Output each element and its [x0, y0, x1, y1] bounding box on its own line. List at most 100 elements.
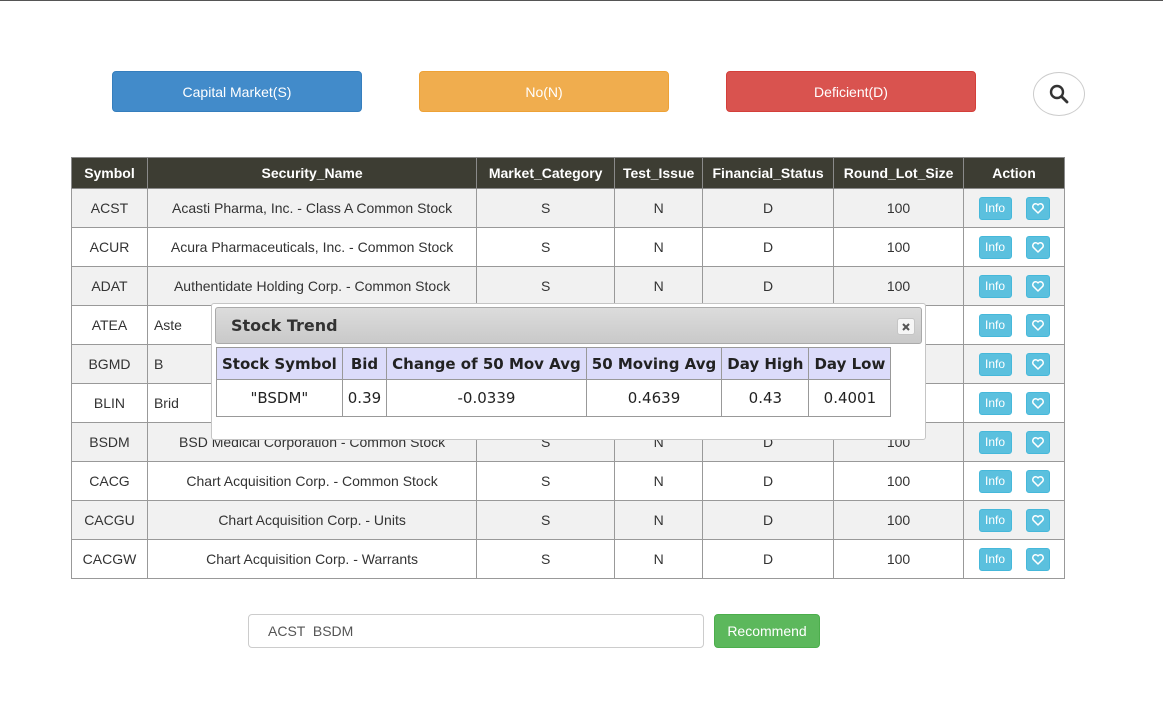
search-button[interactable] [1033, 72, 1085, 116]
stock-trend-dialog: Stock Trend Stock Symbol Bid Change of 5… [211, 303, 926, 440]
heart-icon [1031, 397, 1044, 409]
symbol-cell: BSDM [71, 422, 148, 462]
favorite-button[interactable] [1025, 430, 1050, 454]
table-row: ACUR Acura Pharmaceuticals, Inc. - Common… [71, 227, 1065, 267]
test-issue-cell: N [614, 500, 704, 540]
symbol-cell: ADAT [71, 266, 148, 306]
column-header: Security_Name [146, 157, 478, 189]
trend-cell: 0.39 [341, 379, 388, 417]
table-row: CACG Chart Acquisition Corp. - Common Sto… [71, 461, 1065, 501]
deficient-button[interactable]: Deficient(D) [726, 71, 976, 112]
favorite-button[interactable] [1025, 196, 1050, 220]
symbol-cell: CACG [71, 461, 148, 501]
round-lot-size-cell: 100 [833, 500, 965, 540]
test-issue-cell: N [614, 266, 704, 306]
test-issue-cell: N [614, 539, 704, 579]
security-name-cell: Chart Acquisition Corp. - Warrants [146, 539, 478, 579]
column-header: Symbol [71, 157, 148, 189]
symbol-cell: ACUR [71, 227, 148, 267]
close-icon [902, 322, 910, 331]
trend-header: Stock Symbol [216, 347, 343, 380]
symbol-cell: BLIN [71, 383, 148, 423]
action-cell: Info [963, 461, 1065, 501]
dialog-title: Stock Trend [231, 316, 338, 335]
trend-cell: 0.43 [721, 379, 810, 417]
no-button[interactable]: No(N) [419, 71, 669, 112]
favorite-button[interactable] [1025, 547, 1050, 571]
favorite-button[interactable] [1025, 274, 1050, 298]
security-name-cell: Chart Acquisition Corp. - Common Stock [146, 461, 478, 501]
favorite-button[interactable] [1025, 508, 1050, 532]
trend-header-row: Stock Symbol Bid Change of 50 Mov Avg 50… [216, 347, 892, 380]
info-button[interactable]: Info [978, 196, 1012, 220]
info-button[interactable]: Info [978, 352, 1012, 376]
info-button[interactable]: Info [978, 547, 1012, 571]
favorite-button[interactable] [1025, 469, 1050, 493]
trend-header: Change of 50 Mov Avg [386, 347, 587, 380]
action-cell: Info [963, 539, 1065, 579]
heart-icon [1031, 358, 1044, 370]
info-button[interactable]: Info [978, 274, 1012, 298]
info-button[interactable]: Info [978, 508, 1012, 532]
heart-icon [1031, 280, 1044, 292]
trend-cell: 0.4001 [808, 379, 892, 417]
symbol-cell: CACGW [71, 539, 148, 579]
favorite-button[interactable] [1025, 352, 1050, 376]
info-button[interactable]: Info [978, 430, 1012, 454]
heart-icon [1031, 436, 1044, 448]
test-issue-cell: N [614, 227, 704, 267]
trend-cell: 0.4639 [585, 379, 723, 417]
column-header: Financial_Status [702, 157, 835, 189]
round-lot-size-cell: 100 [833, 539, 965, 579]
column-header: Test_Issue [614, 157, 704, 189]
dialog-close-button[interactable] [897, 318, 915, 335]
market-category-cell: S [476, 188, 616, 228]
favorite-button[interactable] [1025, 313, 1050, 337]
table-header-row: Symbol Security_Name Market_Category Tes… [71, 157, 1065, 189]
round-lot-size-cell: 100 [833, 461, 965, 501]
column-header: Market_Category [476, 157, 616, 189]
column-header: Round_Lot_Size [833, 157, 965, 189]
favorite-button[interactable] [1025, 235, 1050, 259]
info-button[interactable]: Info [978, 313, 1012, 337]
symbol-cell: BGMD [71, 344, 148, 384]
action-cell: Info [963, 266, 1065, 306]
financial-status-cell: D [702, 461, 835, 501]
financial-status-cell: D [702, 500, 835, 540]
market-category-cell: S [476, 266, 616, 306]
capital-market-button[interactable]: Capital Market(S) [112, 71, 362, 112]
security-name-cell: Chart Acquisition Corp. - Units [146, 500, 478, 540]
recommend-input[interactable] [248, 614, 704, 648]
test-issue-cell: N [614, 461, 704, 501]
recommend-button[interactable]: Recommend [714, 614, 820, 648]
action-cell: Info [963, 422, 1065, 462]
financial-status-cell: D [702, 227, 835, 267]
favorite-button[interactable] [1025, 391, 1050, 415]
heart-icon [1031, 475, 1044, 487]
round-lot-size-cell: 100 [833, 227, 965, 267]
dialog-titlebar[interactable]: Stock Trend [215, 307, 922, 344]
info-button[interactable]: Info [978, 235, 1012, 259]
action-cell: Info [963, 344, 1065, 384]
financial-status-cell: D [702, 539, 835, 579]
security-name-cell: Acasti Pharma, Inc. - Class A Common Sto… [146, 188, 478, 228]
market-category-cell: S [476, 539, 616, 579]
info-button[interactable]: Info [978, 469, 1012, 493]
table-row: CACGU Chart Acquisition Corp. - Units S N D 1… [71, 500, 1065, 540]
table-row: CACGW Chart Acquisition Corp. - Warrants S… [71, 539, 1065, 579]
heart-icon [1031, 553, 1044, 565]
trend-header: Bid [341, 347, 388, 380]
info-button[interactable]: Info [978, 391, 1012, 415]
heart-icon [1031, 202, 1044, 214]
trend-cell: "BSDM" [216, 379, 343, 417]
trend-header: Day High [721, 347, 810, 380]
market-category-cell: S [476, 227, 616, 267]
trend-header: Day Low [808, 347, 892, 380]
action-cell: Info [963, 305, 1065, 345]
trend-cell: -0.0339 [386, 379, 587, 417]
security-name-cell: Acura Pharmaceuticals, Inc. - Common Sto… [146, 227, 478, 267]
security-name-cell: Authentidate Holding Corp. - Common Stoc… [146, 266, 478, 306]
column-header: Action [963, 157, 1065, 189]
financial-status-cell: D [702, 188, 835, 228]
round-lot-size-cell: 100 [833, 188, 965, 228]
